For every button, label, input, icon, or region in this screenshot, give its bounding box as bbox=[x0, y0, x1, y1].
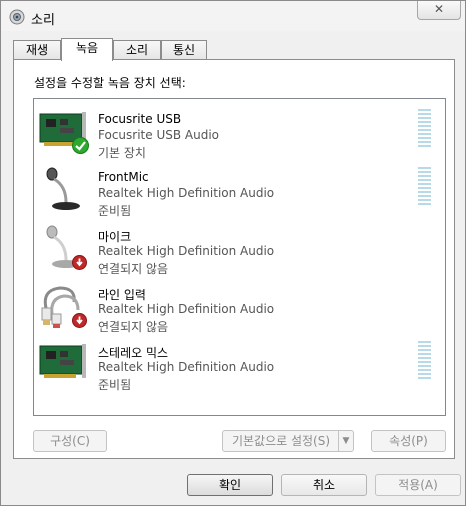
microphone-icon bbox=[46, 167, 80, 210]
window-title: 소리 bbox=[31, 13, 55, 28]
level-meter bbox=[418, 167, 431, 207]
ok-button[interactable]: 확인 bbox=[187, 474, 273, 496]
device-name: Focusrite USB bbox=[98, 112, 182, 126]
device-item-frontmic[interactable]: FrontMic Realtek High Definition Audio 준… bbox=[34, 161, 445, 219]
title-bar: 소리 ✕ bbox=[1, 1, 465, 31]
tab-recording[interactable]: 녹음 bbox=[61, 38, 113, 61]
properties-button[interactable]: 속성(P) bbox=[371, 430, 446, 452]
device-status: 준비됨 bbox=[98, 204, 132, 218]
device-description: Realtek High Definition Audio bbox=[98, 186, 275, 200]
device-description: Realtek High Definition Audio bbox=[98, 302, 275, 316]
unplugged-icon bbox=[72, 313, 87, 328]
device-item-microphone[interactable]: 마이크 Realtek High Definition Audio 연결되지 않… bbox=[34, 219, 445, 277]
recording-panel: 설정을 수정할 녹음 장치 선택: Focusrite USB Focusrit… bbox=[13, 59, 455, 459]
device-status: 준비됨 bbox=[98, 378, 132, 392]
speaker-app-icon bbox=[9, 9, 25, 25]
device-description: Realtek High Definition Audio bbox=[98, 244, 275, 258]
instruction-label: 설정을 수정할 녹음 장치 선택: bbox=[34, 76, 186, 90]
set-default-label: 기본값으로 설정(S) bbox=[231, 434, 331, 448]
sound-card-icon bbox=[39, 344, 86, 378]
tab-playback[interactable]: 재생 bbox=[13, 40, 61, 59]
close-button[interactable]: ✕ bbox=[417, 1, 461, 20]
chevron-down-icon[interactable]: ▼ bbox=[338, 431, 353, 451]
close-icon: ✕ bbox=[433, 2, 445, 16]
device-name: 스테레오 믹스 bbox=[98, 346, 169, 360]
device-status: 연결되지 않음 bbox=[98, 262, 169, 276]
device-status: 기본 장치 bbox=[98, 146, 146, 160]
device-description: Focusrite USB Audio bbox=[98, 128, 219, 142]
device-description: Realtek High Definition Audio bbox=[98, 360, 275, 374]
device-item-stereo-mix[interactable]: 스테레오 믹스 Realtek High Definition Audio 준비… bbox=[34, 335, 445, 393]
apply-button[interactable]: 적용(A) bbox=[375, 474, 461, 496]
set-default-button[interactable]: 기본값으로 설정(S) ▼ bbox=[222, 430, 354, 452]
device-item-line-in[interactable]: 라인 입력 Realtek High Definition Audio 연결되지… bbox=[34, 277, 445, 335]
default-check-icon bbox=[72, 137, 89, 154]
tab-sounds[interactable]: 소리 bbox=[113, 40, 161, 59]
unplugged-icon bbox=[72, 255, 87, 270]
level-meter bbox=[418, 341, 431, 381]
device-list[interactable]: Focusrite USB Focusrite USB Audio 기본 장치 … bbox=[33, 98, 446, 416]
cancel-button[interactable]: 취소 bbox=[281, 474, 367, 496]
configure-button[interactable]: 구성(C) bbox=[33, 430, 107, 452]
device-item-focusrite[interactable]: Focusrite USB Focusrite USB Audio 기본 장치 bbox=[34, 103, 445, 161]
device-name: 라인 입력 bbox=[98, 288, 146, 302]
level-meter bbox=[418, 109, 431, 149]
sound-dialog: 소리 ✕ 재생 녹음 소리 통신 설정을 수정할 녹음 장치 선택: Focus… bbox=[0, 0, 466, 506]
device-name: FrontMic bbox=[98, 170, 149, 184]
device-name: 마이크 bbox=[98, 230, 132, 244]
tab-communications[interactable]: 통신 bbox=[161, 40, 207, 59]
device-status: 연결되지 않음 bbox=[98, 320, 169, 334]
